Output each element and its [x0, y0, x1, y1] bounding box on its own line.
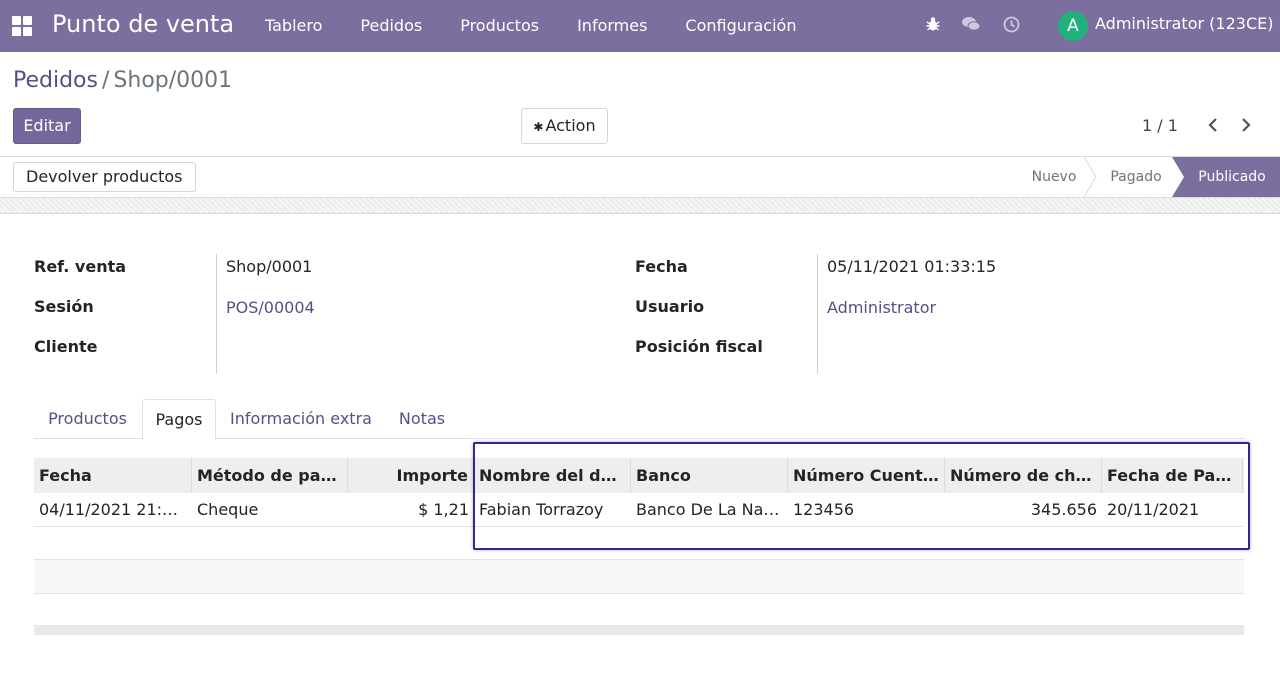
- pager-previous-button[interactable]: [1201, 112, 1225, 138]
- cell-numero-cuenta[interactable]: 123456: [788, 493, 945, 526]
- menu-item-tablero[interactable]: Tablero: [246, 0, 341, 52]
- pager-next-button[interactable]: [1234, 112, 1258, 138]
- field-value-ref-venta: Shop/0001: [226, 257, 313, 276]
- cell-fecha[interactable]: 04/11/2021 21:…: [34, 493, 192, 526]
- bug-icon[interactable]: [923, 16, 943, 36]
- chat-icon[interactable]: [961, 16, 981, 36]
- cell-metodo-de-pago[interactable]: Cheque: [192, 493, 348, 526]
- status-bar: Devolver productos Nuevo Pagado Publicad…: [0, 156, 1280, 198]
- menu-item-productos[interactable]: Productos: [441, 0, 558, 52]
- cell-nombre-del-dueno[interactable]: Fabian Torrazoy: [474, 493, 631, 526]
- menu-item-configuracion[interactable]: Configuración: [666, 0, 815, 52]
- app-name[interactable]: Punto de venta: [52, 10, 234, 38]
- gear-icon: ✱: [533, 120, 544, 134]
- column-header-nombre-del-dueno[interactable]: Nombre del due…: [474, 458, 631, 493]
- cell-importe[interactable]: $ 1,21: [348, 493, 474, 526]
- return-products-button[interactable]: Devolver productos: [13, 162, 196, 192]
- apps-icon[interactable]: [12, 16, 32, 36]
- breadcrumb-current: Shop/0001: [113, 68, 233, 93]
- breadcrumb-separator: /: [101, 68, 110, 93]
- stage-pagado[interactable]: Pagado: [1098, 157, 1174, 197]
- tab-notas[interactable]: Notas: [386, 399, 458, 439]
- field-divider-left: [216, 254, 217, 374]
- breadcrumb: Pedidos / Shop/0001: [13, 68, 232, 93]
- field-label-ref-venta: Ref. venta: [34, 257, 127, 276]
- top-navbar: Punto de venta Tablero Pedidos Productos…: [0, 0, 1280, 52]
- tab-productos[interactable]: Productos: [38, 399, 137, 439]
- field-label-cliente: Cliente: [34, 337, 98, 356]
- tab-pagos[interactable]: Pagos: [142, 399, 216, 440]
- field-label-sesion: Sesión: [34, 297, 94, 316]
- table-footer: [34, 625, 1244, 635]
- column-header-numero-de-cheque[interactable]: Número de che…: [945, 458, 1102, 493]
- field-value-fecha: 05/11/2021 01:33:15: [827, 257, 997, 276]
- field-label-fecha: Fecha: [635, 257, 688, 276]
- menu-item-pedidos[interactable]: Pedidos: [341, 0, 441, 52]
- stage-publicado[interactable]: Publicado: [1186, 157, 1278, 197]
- stage-nuevo[interactable]: Nuevo: [1016, 157, 1092, 197]
- column-header-importe[interactable]: Importe: [348, 458, 474, 493]
- cell-numero-de-cheque[interactable]: 345.656: [945, 493, 1102, 526]
- column-header-metodo-de-pago[interactable]: Método de pago: [192, 458, 348, 493]
- menu-item-informes[interactable]: Informes: [558, 0, 666, 52]
- breadcrumb-parent[interactable]: Pedidos: [13, 68, 98, 93]
- main-menu: Tablero Pedidos Productos Informes Confi…: [246, 0, 815, 52]
- empty-row: [34, 560, 1244, 593]
- action-button-label: Action: [545, 116, 596, 135]
- clock-icon[interactable]: [1001, 16, 1021, 36]
- action-button[interactable]: ✱ Action: [521, 108, 608, 144]
- tab-informacion-extra[interactable]: Información extra: [222, 399, 380, 439]
- cell-fecha-de-pago[interactable]: 20/11/2021: [1102, 493, 1243, 526]
- edit-button[interactable]: Editar: [13, 108, 81, 144]
- column-header-fecha[interactable]: Fecha: [34, 458, 192, 493]
- row-divider: [34, 526, 1244, 527]
- cell-banco[interactable]: Banco De La Naci…: [631, 493, 788, 526]
- stage-separator: [1083, 157, 1097, 197]
- user-menu[interactable]: Administrator (123CE): [1095, 14, 1273, 33]
- column-header-numero-cuenta[interactable]: Número Cuenta …: [788, 458, 945, 493]
- field-divider-right: [817, 254, 818, 374]
- field-value-sesion[interactable]: POS/00004: [226, 298, 315, 317]
- notebook-tabs: Productos Pagos Información extra Notas: [34, 399, 1244, 440]
- field-label-usuario: Usuario: [635, 297, 705, 316]
- avatar[interactable]: A: [1058, 11, 1088, 41]
- column-header-banco[interactable]: Banco: [631, 458, 788, 493]
- pager-value[interactable]: 1 / 1: [1142, 116, 1178, 135]
- field-label-posicion-fiscal: Posición fiscal: [635, 337, 763, 356]
- column-header-fecha-de-pago[interactable]: Fecha de Pago: [1102, 458, 1243, 493]
- row-divider: [34, 593, 1244, 594]
- sheet-background: [0, 198, 1280, 214]
- field-value-usuario[interactable]: Administrator: [827, 298, 936, 317]
